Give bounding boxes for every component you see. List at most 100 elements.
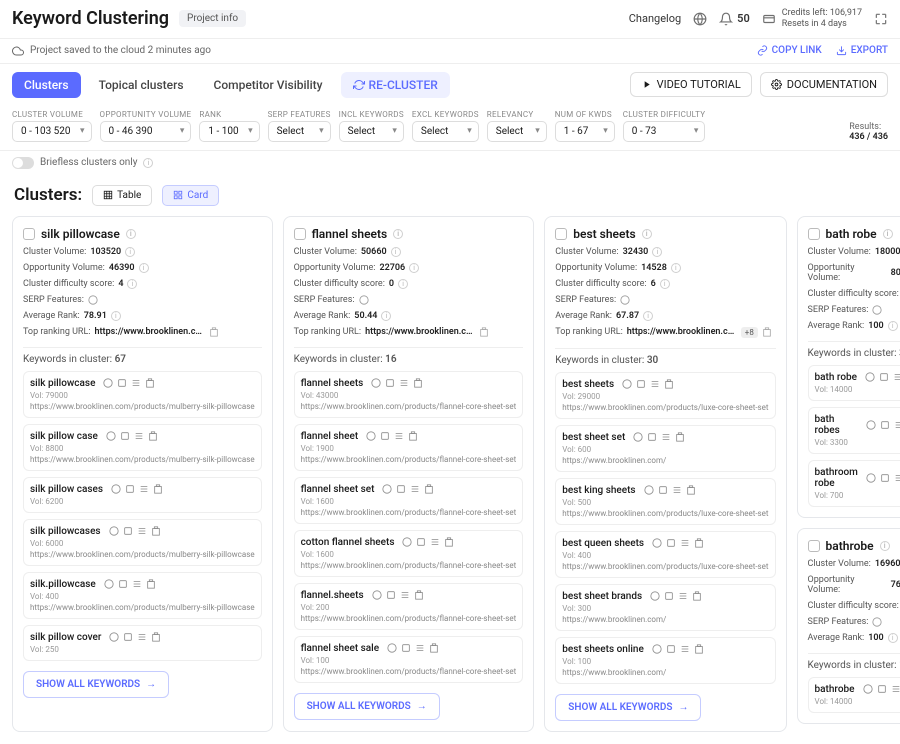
cluster-name[interactable]: bath robe — [826, 227, 877, 241]
kw-action-icon[interactable] — [151, 632, 161, 642]
kw-action-icon[interactable] — [863, 684, 873, 694]
kw-action-icon[interactable] — [131, 378, 141, 388]
kw-action-icon[interactable] — [680, 538, 690, 548]
kw-action-icon[interactable] — [146, 579, 156, 589]
filter-cluster-volume[interactable]: 0 - 103 520 — [12, 121, 92, 142]
kw-action-icon[interactable] — [678, 591, 688, 601]
keyword-item[interactable]: flannel sheet set Vol: 1600 https://www.… — [294, 477, 524, 524]
kw-action-icon[interactable] — [109, 632, 119, 642]
info-icon[interactable]: i — [643, 311, 653, 321]
kw-action-icon[interactable] — [380, 431, 390, 441]
kw-action-icon[interactable] — [125, 484, 135, 494]
globe-icon[interactable] — [693, 12, 707, 26]
recluster-button[interactable]: RE-CLUSTER — [341, 72, 450, 98]
copy-link-button[interactable]: COPY LINK — [757, 45, 822, 56]
filter-num-kwds[interactable]: 1 - 67 — [555, 121, 615, 142]
keyword-item[interactable]: bathroom robe Vol: 700 — [808, 460, 900, 507]
kw-action-icon[interactable] — [866, 420, 876, 430]
kw-action-icon[interactable] — [658, 485, 668, 495]
keyword-item[interactable]: flannel.sheets Vol: 200 https://www.broo… — [294, 583, 524, 630]
kw-action-icon[interactable] — [132, 579, 142, 589]
info-icon[interactable]: i — [126, 229, 136, 239]
copy-icon[interactable] — [479, 327, 489, 337]
kw-action-icon[interactable] — [382, 484, 392, 494]
kw-action-icon[interactable] — [652, 538, 662, 548]
kw-action-icon[interactable] — [664, 379, 674, 389]
kw-action-icon[interactable] — [424, 484, 434, 494]
checkbox[interactable] — [555, 228, 567, 240]
kw-action-icon[interactable] — [680, 644, 690, 654]
kw-action-icon[interactable] — [371, 378, 381, 388]
kw-action-icon[interactable] — [644, 485, 654, 495]
kw-action-icon[interactable] — [650, 379, 660, 389]
kw-action-icon[interactable] — [429, 643, 439, 653]
info-icon[interactable]: i — [125, 247, 135, 257]
checkbox[interactable] — [808, 228, 820, 240]
kw-action-icon[interactable] — [622, 379, 632, 389]
kw-action-icon[interactable] — [137, 632, 147, 642]
filter-serp-features[interactable]: Select — [268, 121, 331, 142]
kw-action-icon[interactable] — [387, 643, 397, 653]
video-tutorial-button[interactable]: VIDEO TUTORIAL — [630, 72, 752, 97]
kw-action-icon[interactable] — [137, 526, 147, 536]
show-all-keywords-button[interactable]: SHOW ALL KEYWORDS → — [294, 693, 440, 720]
keyword-item[interactable]: flannel sheet Vol: 1900 https://www.broo… — [294, 424, 524, 471]
keyword-item[interactable]: silk pillowcase Vol: 79000 https://www.b… — [23, 371, 262, 418]
view-table-button[interactable]: Table — [92, 185, 152, 206]
keyword-item[interactable]: silk pillow cases Vol: 6200 — [23, 477, 262, 513]
keyword-item[interactable]: silk pillowcases Vol: 6000 https://www.b… — [23, 519, 262, 566]
kw-action-icon[interactable] — [151, 526, 161, 536]
kw-action-icon[interactable] — [117, 378, 127, 388]
info-icon[interactable]: i — [381, 311, 391, 321]
keyword-item[interactable]: best sheet set Vol: 600 https://www.broo… — [555, 425, 775, 472]
kw-action-icon[interactable] — [686, 485, 696, 495]
filter-opportunity-volume[interactable]: 0 - 46 390 — [100, 121, 192, 142]
kw-action-icon[interactable] — [891, 684, 900, 694]
kw-action-icon[interactable] — [153, 484, 163, 494]
info-icon[interactable]: i — [391, 247, 401, 257]
info-icon[interactable]: i — [671, 263, 681, 273]
cluster-name[interactable]: flannel sheets — [312, 227, 388, 241]
kw-action-icon[interactable] — [652, 644, 662, 654]
keyword-item[interactable]: silk.pillowcase Vol: 400 https://www.bro… — [23, 572, 262, 619]
kw-action-icon[interactable] — [148, 431, 158, 441]
info-icon[interactable]: i — [127, 279, 137, 289]
keyword-item[interactable]: bath robe Vol: 14000 — [808, 365, 900, 401]
keyword-item[interactable]: flannel sheets Vol: 43000 https://www.br… — [294, 371, 524, 418]
keyword-item[interactable]: silk pillow cover Vol: 250 — [23, 625, 262, 661]
kw-action-icon[interactable] — [385, 378, 395, 388]
kw-action-icon[interactable] — [401, 643, 411, 653]
tab-clusters[interactable]: Clusters — [12, 72, 81, 98]
kw-action-icon[interactable] — [636, 379, 646, 389]
show-all-keywords-button[interactable]: SHOW ALL KEYWORDS → — [23, 671, 169, 698]
kw-action-icon[interactable] — [415, 643, 425, 653]
kw-action-icon[interactable] — [894, 473, 900, 483]
kw-action-icon[interactable] — [694, 644, 704, 654]
info-icon[interactable]: i — [883, 229, 893, 239]
kw-action-icon[interactable] — [416, 537, 426, 547]
filter-cluster-difficulty[interactable]: 0 - 73 — [623, 121, 706, 142]
briefless-toggle[interactable] — [12, 157, 34, 169]
info-icon[interactable]: i — [888, 633, 898, 643]
info-icon[interactable]: i — [660, 279, 670, 289]
kw-action-icon[interactable] — [118, 579, 128, 589]
info-icon[interactable]: i — [398, 279, 408, 289]
keyword-item[interactable]: cotton flannel sheets Vol: 1600 https://… — [294, 530, 524, 577]
kw-action-icon[interactable] — [402, 537, 412, 547]
kw-action-icon[interactable] — [879, 372, 889, 382]
kw-action-icon[interactable] — [650, 591, 660, 601]
kw-action-icon[interactable] — [880, 420, 890, 430]
filter-rank[interactable]: 1 - 100 — [199, 121, 259, 142]
kw-action-icon[interactable] — [134, 431, 144, 441]
cluster-name[interactable]: bathrobe — [826, 539, 874, 553]
kw-action-icon[interactable] — [139, 484, 149, 494]
info-icon[interactable]: i — [888, 321, 898, 331]
tab-topical[interactable]: Topical clusters — [87, 72, 196, 98]
bell-icon[interactable] — [719, 12, 733, 26]
keyword-item[interactable]: bathrobe Vol: 14000 — [808, 677, 900, 713]
keyword-item[interactable]: best queen sheets Vol: 400 https://www.b… — [555, 531, 775, 578]
kw-action-icon[interactable] — [666, 644, 676, 654]
keyword-item[interactable]: best sheets online Vol: 100 https://www.… — [555, 637, 775, 684]
kw-action-icon[interactable] — [444, 537, 454, 547]
kw-action-icon[interactable] — [109, 526, 119, 536]
